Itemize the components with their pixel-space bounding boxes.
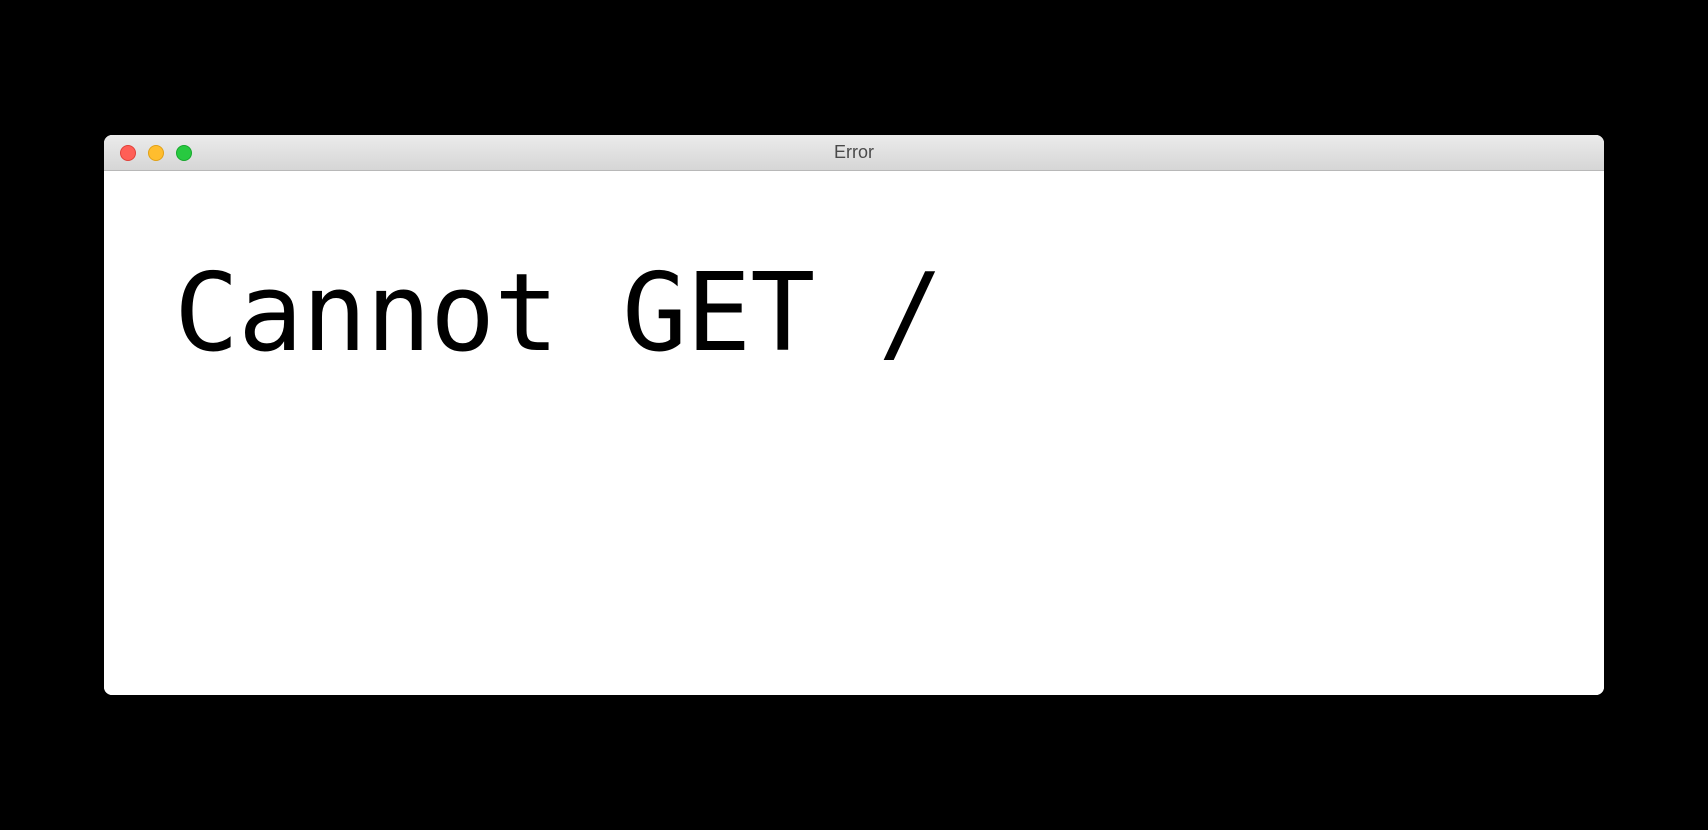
minimize-window-button[interactable] [148,145,164,161]
window-title: Error [104,142,1604,163]
app-window: Error Cannot GET / [104,135,1604,695]
maximize-window-button[interactable] [176,145,192,161]
content-area: Cannot GET / [104,171,1604,695]
traffic-lights [120,145,192,161]
error-message: Cannot GET / [174,251,1534,376]
titlebar[interactable]: Error [104,135,1604,171]
close-window-button[interactable] [120,145,136,161]
